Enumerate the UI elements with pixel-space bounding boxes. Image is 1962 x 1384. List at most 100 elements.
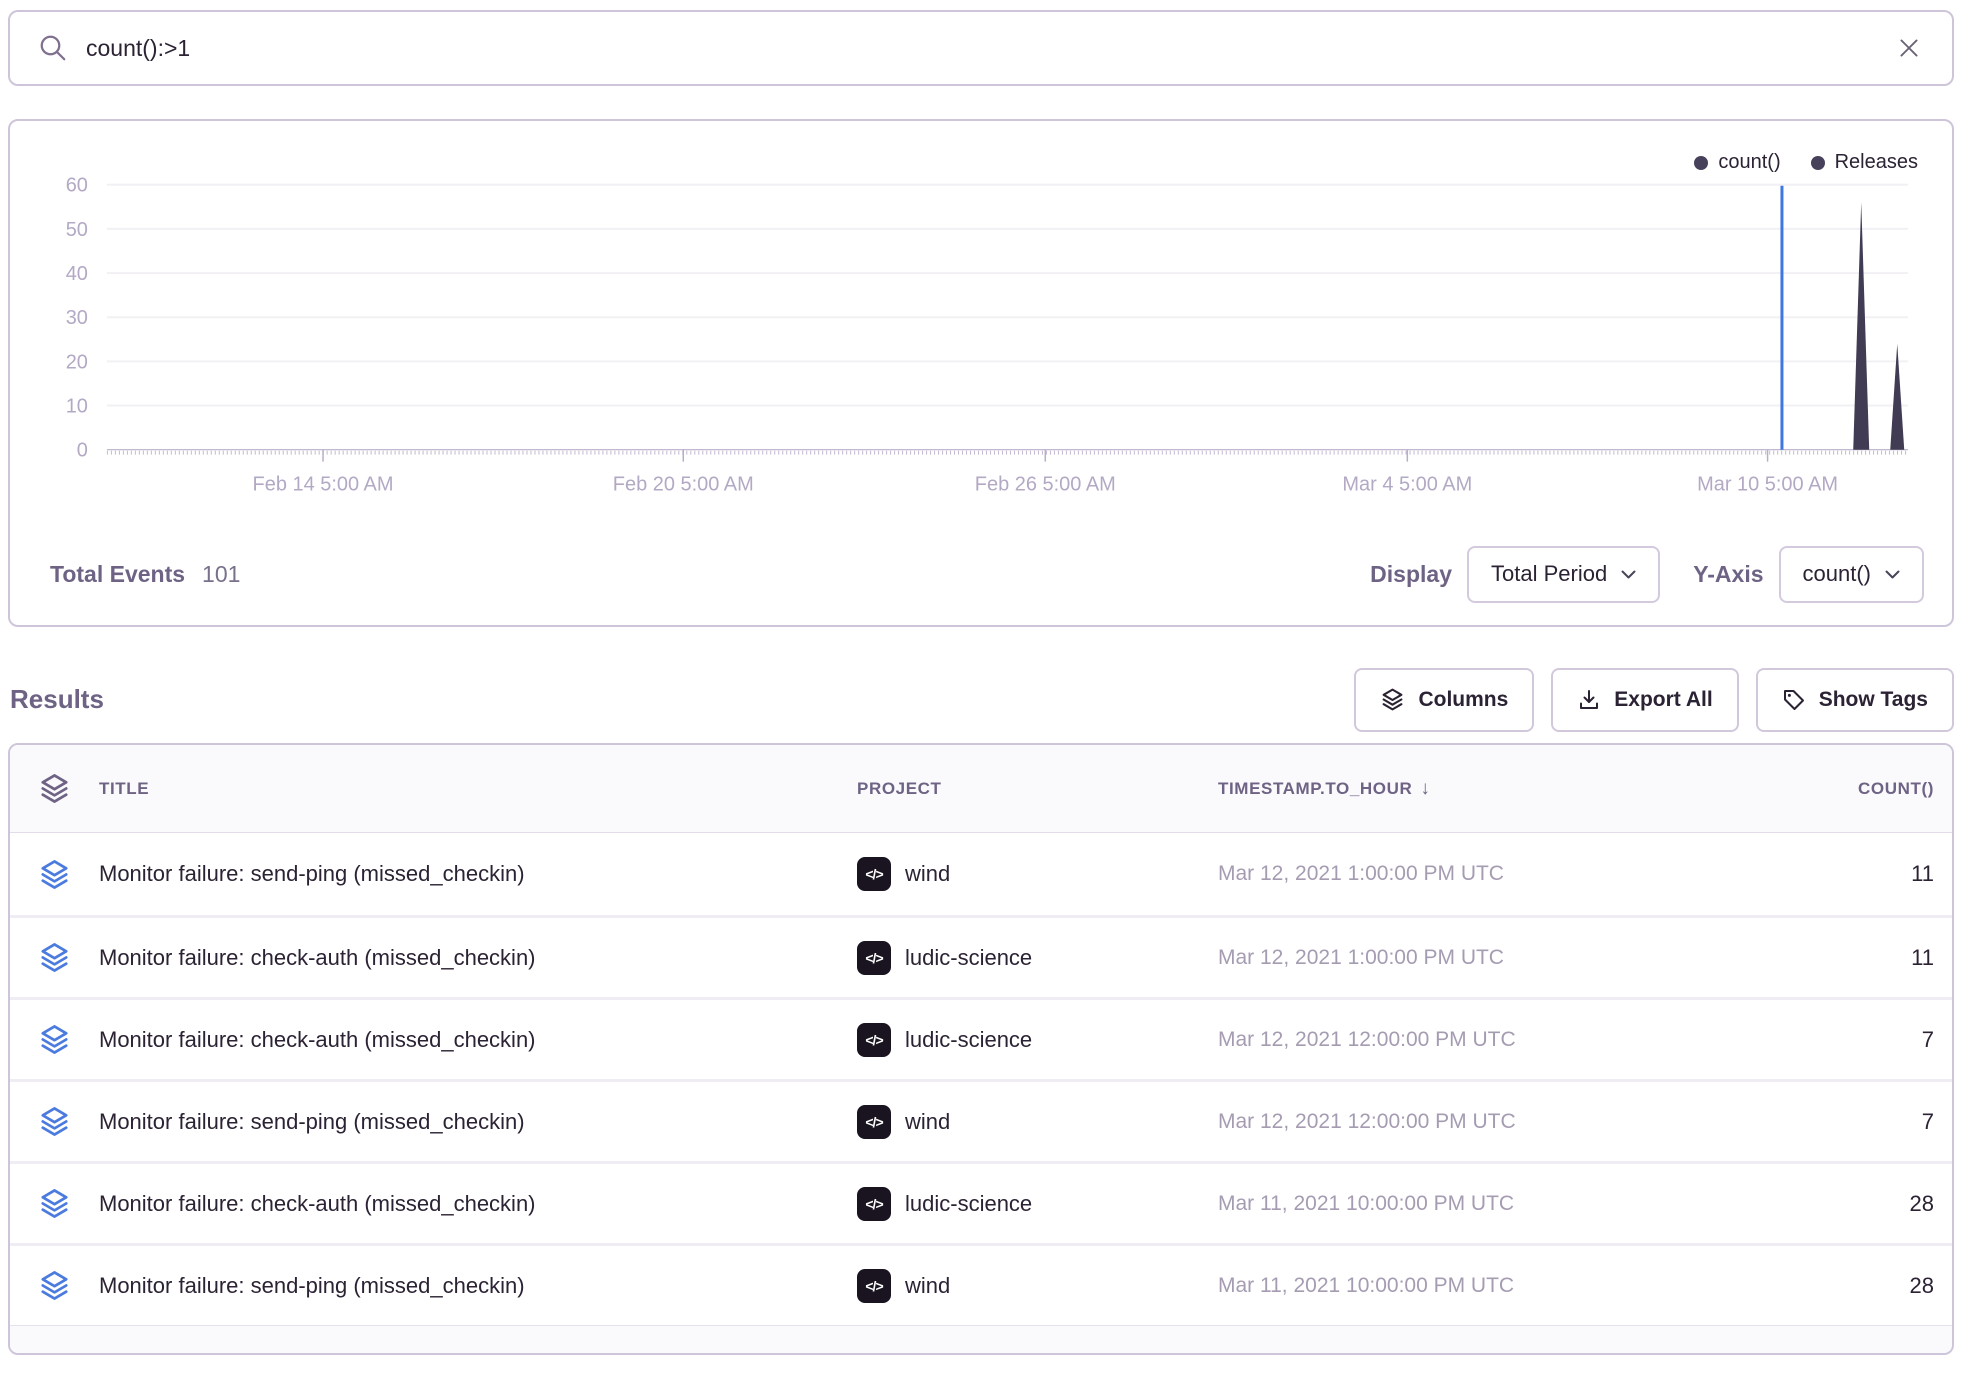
y-axis-dropdown[interactable]: count() bbox=[1779, 546, 1924, 603]
svg-text:Mar 10 5:00 AM: Mar 10 5:00 AM bbox=[1697, 474, 1838, 496]
svg-text:10: 10 bbox=[66, 396, 88, 418]
svg-text:50: 50 bbox=[66, 219, 88, 241]
row-title[interactable]: Monitor failure: send-ping (missed_check… bbox=[72, 1273, 850, 1299]
results-heading: Results bbox=[10, 684, 104, 715]
svg-text:0: 0 bbox=[77, 440, 88, 462]
row-count: 7 bbox=[1590, 1109, 1952, 1135]
table-header: TITLE PROJECT TIMESTAMP.TO_HOUR ↓ COUNT(… bbox=[10, 745, 1952, 833]
display-dropdown[interactable]: Total Period bbox=[1467, 546, 1660, 603]
project-name: ludic-science bbox=[905, 1027, 1032, 1053]
row-stack-icon bbox=[10, 1023, 72, 1056]
svg-text:30: 30 bbox=[66, 307, 88, 329]
results-actions: Columns Export All Show Tags bbox=[1354, 668, 1954, 732]
project-name: ludic-science bbox=[905, 1191, 1032, 1217]
platform-code-icon: </> bbox=[857, 857, 891, 891]
row-count: 7 bbox=[1590, 1027, 1952, 1053]
row-stack-icon bbox=[10, 1269, 72, 1302]
project-badge: </> wind bbox=[850, 1269, 1210, 1303]
row-timestamp: Mar 12, 2021 12:00:00 PM UTC bbox=[1210, 1110, 1590, 1134]
row-count: 11 bbox=[1590, 861, 1952, 887]
events-chart-panel: count() Releases 0 10 20 30 40 50 60 Feb 14 5:0… bbox=[8, 119, 1954, 627]
search-bar bbox=[8, 10, 1954, 86]
svg-text:60: 60 bbox=[66, 175, 88, 197]
legend-label: count() bbox=[1718, 151, 1780, 174]
legend-item-releases[interactable]: Releases bbox=[1811, 151, 1918, 174]
download-icon bbox=[1577, 688, 1601, 712]
project-badge: </> ludic-science bbox=[850, 1023, 1210, 1057]
show-tags-button[interactable]: Show Tags bbox=[1756, 668, 1954, 732]
table-row: Monitor failure: send-ping (missed_check… bbox=[10, 1243, 1952, 1325]
svg-text:Feb 20 5:00 AM: Feb 20 5:00 AM bbox=[613, 474, 754, 496]
row-title[interactable]: Monitor failure: send-ping (missed_check… bbox=[72, 1109, 850, 1135]
columns-button-label: Columns bbox=[1418, 688, 1508, 712]
project-name: wind bbox=[905, 1273, 950, 1299]
project-badge: </> wind bbox=[850, 857, 1210, 891]
header-stack-icon bbox=[10, 772, 72, 805]
y-axis-label: Y-Axis bbox=[1693, 561, 1763, 588]
results-table: TITLE PROJECT TIMESTAMP.TO_HOUR ↓ COUNT(… bbox=[8, 743, 1954, 1355]
project-badge: </> ludic-science bbox=[850, 1187, 1210, 1221]
row-title[interactable]: Monitor failure: check-auth (missed_chec… bbox=[72, 945, 850, 971]
legend-dot-count bbox=[1694, 156, 1708, 170]
row-stack-icon bbox=[10, 1105, 72, 1138]
export-all-button[interactable]: Export All bbox=[1551, 668, 1738, 732]
legend-label: Releases bbox=[1835, 151, 1918, 174]
platform-code-icon: </> bbox=[857, 1105, 891, 1139]
chart-footer: Total Events 101 Display Total Period Y-… bbox=[50, 545, 1924, 603]
row-title[interactable]: Monitor failure: send-ping (missed_check… bbox=[72, 861, 850, 887]
table-row: Monitor failure: check-auth (missed_chec… bbox=[10, 1161, 1952, 1243]
table-row: Monitor failure: check-auth (missed_chec… bbox=[10, 997, 1952, 1079]
project-name: wind bbox=[905, 861, 950, 887]
column-header-count[interactable]: COUNT() bbox=[1590, 779, 1952, 799]
project-badge: </> ludic-science bbox=[850, 941, 1210, 975]
column-header-project[interactable]: PROJECT bbox=[850, 779, 1210, 799]
layers-icon bbox=[1380, 687, 1405, 712]
platform-code-icon: </> bbox=[857, 1269, 891, 1303]
table-footer bbox=[10, 1325, 1952, 1353]
svg-text:Feb 26 5:00 AM: Feb 26 5:00 AM bbox=[975, 474, 1116, 496]
project-badge: </> wind bbox=[850, 1105, 1210, 1139]
total-events-label: Total Events bbox=[50, 561, 185, 588]
display-label: Display bbox=[1370, 561, 1452, 588]
columns-button[interactable]: Columns bbox=[1354, 668, 1534, 732]
svg-text:20: 20 bbox=[66, 351, 88, 373]
row-count: 28 bbox=[1590, 1273, 1952, 1299]
row-timestamp: Mar 11, 2021 10:00:00 PM UTC bbox=[1210, 1274, 1590, 1298]
row-timestamp: Mar 12, 2021 1:00:00 PM UTC bbox=[1210, 946, 1590, 970]
project-name: wind bbox=[905, 1109, 950, 1135]
column-header-title[interactable]: TITLE bbox=[72, 779, 850, 799]
project-name: ludic-science bbox=[905, 945, 1032, 971]
table-row: Monitor failure: check-auth (missed_chec… bbox=[10, 915, 1952, 997]
search-input[interactable] bbox=[86, 35, 1878, 62]
row-title[interactable]: Monitor failure: check-auth (missed_chec… bbox=[72, 1027, 850, 1053]
svg-text:Mar 4 5:00 AM: Mar 4 5:00 AM bbox=[1342, 474, 1472, 496]
table-row: Monitor failure: send-ping (missed_check… bbox=[10, 833, 1952, 915]
chevron-down-icon bbox=[1621, 570, 1636, 579]
results-bar: Results Columns Export All bbox=[8, 667, 1954, 732]
search-icon bbox=[38, 33, 68, 63]
chart-legend: count() Releases bbox=[1694, 151, 1918, 174]
row-stack-icon bbox=[10, 858, 72, 891]
table-row: Monitor failure: send-ping (missed_check… bbox=[10, 1079, 1952, 1161]
show-tags-button-label: Show Tags bbox=[1819, 688, 1928, 712]
svg-text:Feb 14 5:00 AM: Feb 14 5:00 AM bbox=[253, 474, 394, 496]
sort-desc-icon[interactable]: ↓ bbox=[1420, 778, 1430, 800]
legend-item-count[interactable]: count() bbox=[1694, 151, 1780, 174]
y-axis-dropdown-value: count() bbox=[1803, 561, 1871, 587]
export-all-button-label: Export All bbox=[1614, 688, 1712, 712]
row-stack-icon bbox=[10, 1187, 72, 1220]
row-stack-icon bbox=[10, 941, 72, 974]
row-timestamp: Mar 11, 2021 10:00:00 PM UTC bbox=[1210, 1192, 1590, 1216]
legend-dot-releases bbox=[1811, 156, 1825, 170]
platform-code-icon: </> bbox=[857, 941, 891, 975]
row-count: 28 bbox=[1590, 1191, 1952, 1217]
close-icon[interactable] bbox=[1896, 35, 1922, 61]
row-timestamp: Mar 12, 2021 12:00:00 PM UTC bbox=[1210, 1028, 1590, 1052]
row-timestamp: Mar 12, 2021 1:00:00 PM UTC bbox=[1210, 862, 1590, 886]
row-count: 11 bbox=[1590, 945, 1952, 971]
svg-text:40: 40 bbox=[66, 263, 88, 285]
row-title[interactable]: Monitor failure: check-auth (missed_chec… bbox=[72, 1191, 850, 1217]
platform-code-icon: </> bbox=[857, 1187, 891, 1221]
column-header-timestamp[interactable]: TIMESTAMP.TO_HOUR ↓ bbox=[1210, 778, 1590, 800]
platform-code-icon: </> bbox=[857, 1023, 891, 1057]
